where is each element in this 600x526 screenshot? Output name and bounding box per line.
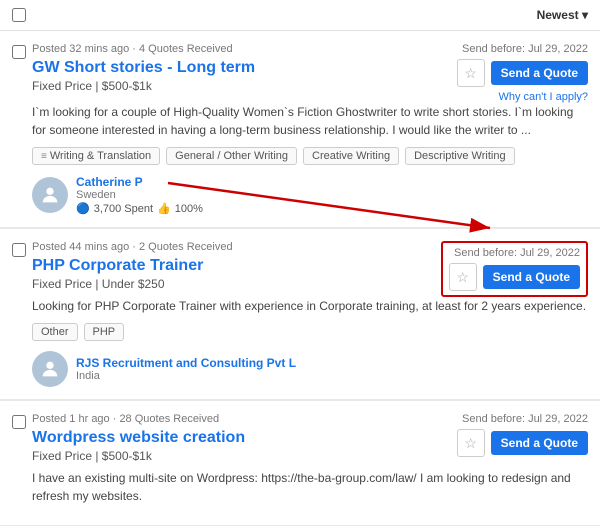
job-price: Fixed Price | Under $250 <box>32 277 233 291</box>
action-area: Send before: Jul 29, 2022 ☆ Send a Quote… <box>457 43 588 103</box>
job-meta: Posted 44 mins ago · 2 Quotes Received <box>32 241 233 253</box>
avatar <box>32 351 68 387</box>
job-header: Posted 1 hr ago · 28 Quotes Received Wor… <box>32 413 588 469</box>
spent-icon: 🔵 <box>76 202 90 215</box>
job-item: Posted 1 hr ago · 28 Quotes Received Wor… <box>0 401 600 526</box>
client-details: RJS Recruitment and Consulting Pvt L Ind… <box>76 356 296 382</box>
job-content: Posted 32 mins ago · 4 Quotes Received G… <box>32 43 588 215</box>
action-buttons: ☆ Send a Quote <box>457 59 588 87</box>
job-left: Posted 32 mins ago · 4 Quotes Received G… <box>32 43 255 99</box>
job-row: Posted 44 mins ago · 2 Quotes Received P… <box>12 241 588 387</box>
job-left: Posted 44 mins ago · 2 Quotes Received P… <box>32 241 233 297</box>
tag: General / Other Writing <box>166 147 297 165</box>
client-stats: 🔵 3,700 Spent 👍 100% <box>76 202 203 215</box>
job-row: Posted 1 hr ago · 28 Quotes Received Wor… <box>12 413 588 513</box>
job-header: Posted 44 mins ago · 2 Quotes Received P… <box>32 241 588 297</box>
send-before: Send before: Jul 29, 2022 <box>462 413 588 425</box>
sort-value[interactable]: Newest <box>537 8 579 22</box>
sort-by: Newest ▾ <box>537 8 588 22</box>
star-button[interactable]: ☆ <box>457 429 485 457</box>
action-area: Send before: Jul 29, 2022 ☆ Send a Quote <box>457 413 588 457</box>
job-item: Posted 44 mins ago · 2 Quotes Received P… <box>0 229 600 400</box>
job-list: Posted 32 mins ago · 4 Quotes Received G… <box>0 31 600 526</box>
job-price: Fixed Price | $500-$1k <box>32 449 245 463</box>
client-location: India <box>76 370 296 382</box>
job-meta: Posted 32 mins ago · 4 Quotes Received <box>32 43 255 55</box>
job-checkbox[interactable] <box>12 243 26 257</box>
job-content: Posted 44 mins ago · 2 Quotes Received P… <box>32 241 588 387</box>
client-name: Catherine P <box>76 175 203 189</box>
tag: PHP <box>84 323 125 341</box>
action-area: Send before: Jul 29, 2022 ☆ Send a Quote <box>441 241 588 297</box>
job-description: I have an existing multi-site on Wordpre… <box>32 469 588 505</box>
client-info: RJS Recruitment and Consulting Pvt L Ind… <box>32 351 588 387</box>
job-checkbox[interactable] <box>12 45 26 59</box>
tag: Creative Writing <box>303 147 399 165</box>
job-checkbox[interactable] <box>12 415 26 429</box>
job-title[interactable]: GW Short stories - Long term <box>32 59 255 77</box>
spent-amount: 3,700 Spent <box>94 203 153 215</box>
job-header: Posted 32 mins ago · 4 Quotes Received G… <box>32 43 588 103</box>
action-buttons: ☆ Send a Quote <box>457 429 588 457</box>
job-title[interactable]: PHP Corporate Trainer <box>32 257 233 275</box>
job-description: I`m looking for a couple of High-Quality… <box>32 103 588 139</box>
sort-dropdown-icon[interactable]: ▾ <box>582 8 588 22</box>
rating-value: 100% <box>175 203 203 215</box>
send-quote-button[interactable]: Send a Quote <box>491 431 588 455</box>
action-buttons: ☆ Send a Quote <box>449 263 580 291</box>
job-price: Fixed Price | $500-$1k <box>32 79 255 93</box>
job-meta: Posted 1 hr ago · 28 Quotes Received <box>32 413 245 425</box>
client-details: Catherine P Sweden 🔵 3,700 Spent 👍 100% <box>76 175 203 215</box>
tag: ≡Writing & Translation <box>32 147 160 165</box>
job-row: Posted 32 mins ago · 4 Quotes Received G… <box>12 43 588 215</box>
why-cant-apply[interactable]: Why can't I apply? <box>498 91 588 103</box>
star-button[interactable]: ☆ <box>449 263 477 291</box>
send-before: Send before: Jul 29, 2022 <box>462 43 588 55</box>
tag: Other <box>32 323 78 341</box>
job-left: Posted 1 hr ago · 28 Quotes Received Wor… <box>32 413 245 469</box>
avatar <box>32 177 68 213</box>
job-title[interactable]: Wordpress website creation <box>32 429 245 447</box>
client-info: Catherine P Sweden 🔵 3,700 Spent 👍 100% <box>32 175 588 215</box>
select-all-checkbox[interactable] <box>12 8 26 22</box>
job-content: Posted 1 hr ago · 28 Quotes Received Wor… <box>32 413 588 513</box>
send-quote-button[interactable]: Send a Quote <box>483 265 580 289</box>
client-location: Sweden <box>76 189 203 201</box>
rating-icon: 👍 <box>157 202 171 215</box>
tags-container: Other PHP <box>32 323 588 341</box>
job-item: Posted 32 mins ago · 4 Quotes Received G… <box>0 31 600 228</box>
send-before: Send before: Jul 29, 2022 <box>454 247 580 259</box>
tag: Descriptive Writing <box>405 147 515 165</box>
star-button[interactable]: ☆ <box>457 59 485 87</box>
send-quote-button[interactable]: Send a Quote <box>491 61 588 85</box>
job-description: Looking for PHP Corporate Trainer with e… <box>32 297 588 315</box>
tags-container: ≡Writing & Translation General / Other Wr… <box>32 147 588 165</box>
client-name: RJS Recruitment and Consulting Pvt L <box>76 356 296 370</box>
top-bar: Newest ▾ <box>0 0 600 31</box>
